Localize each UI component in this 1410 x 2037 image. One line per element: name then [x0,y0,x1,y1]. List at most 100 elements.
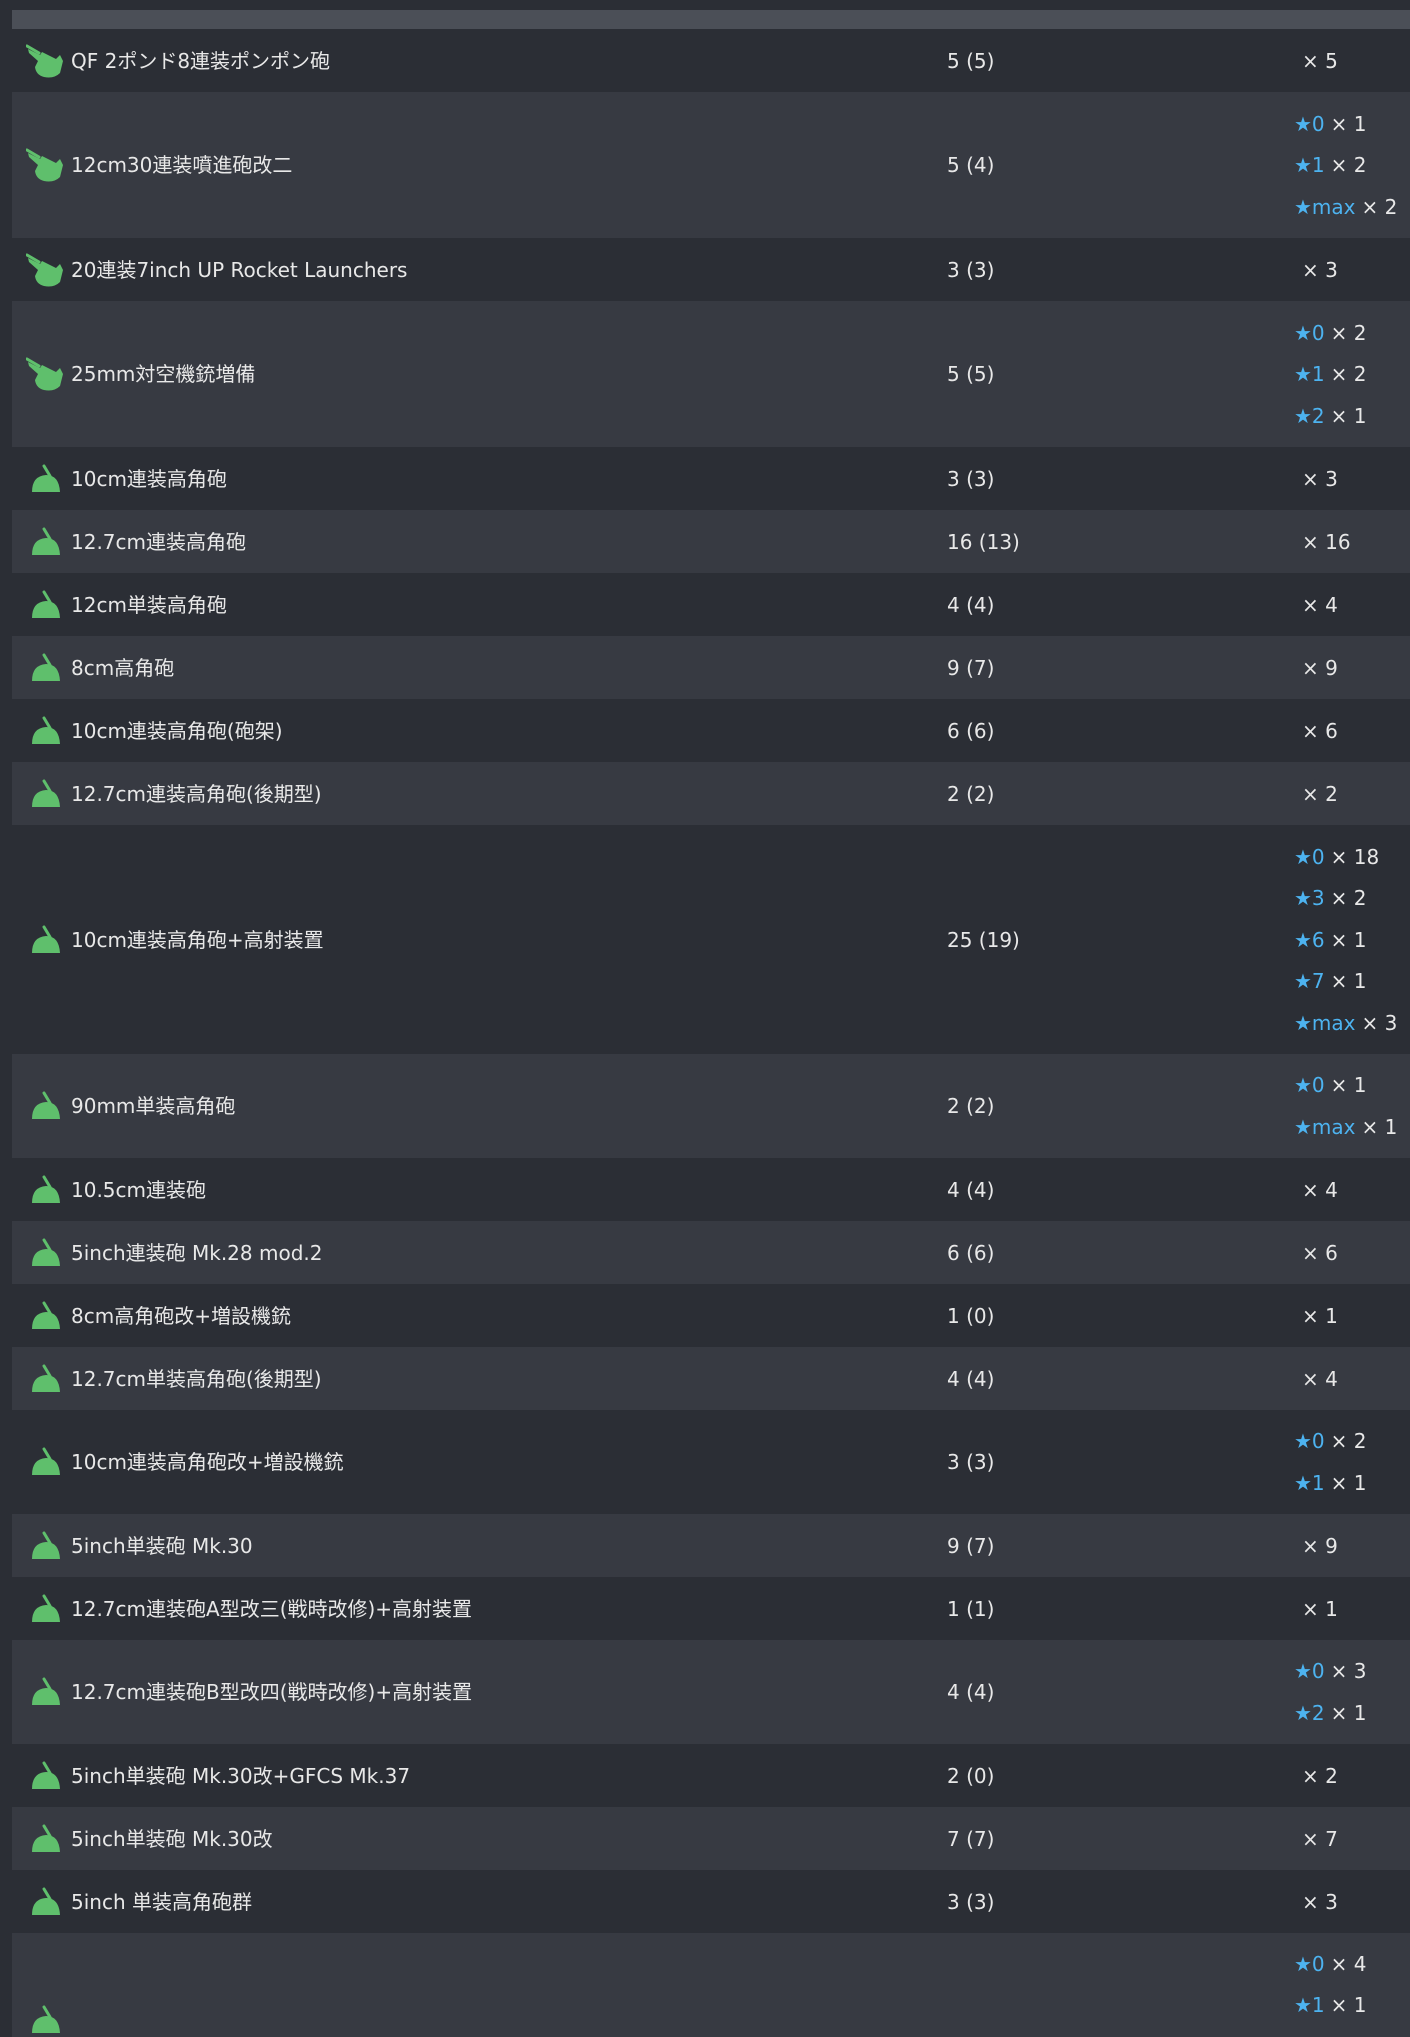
table-row[interactable]: 12.7cm連装高角砲 16 (13) × 16 [12,510,1410,573]
total-quantity: × 1 [1302,1303,1338,1328]
star-level: ★6 [1294,927,1325,952]
star-level: ★2 [1294,403,1325,428]
total-quantity: × 7 [1302,1826,1338,1851]
star-quantity: × 1 [1330,1073,1367,1098]
star-quantity: × 1 [1330,927,1367,952]
star-level: ★3 [1294,886,1325,910]
star-quantity: × 2 [1361,194,1398,219]
high-angle-gun-icon [22,1514,70,1577]
total-quantity: × 6 [1302,718,1338,743]
equipment-name: 12.7cm連装砲A型改三(戦時改修)+高射装置 [71,1596,473,1621]
table-row[interactable]: 5inch単装砲 Mk.30 9 (7) × 9 [12,1514,1410,1577]
star-level: ★0 [1294,1659,1325,1684]
table-row[interactable]: 12.7cm連装砲A型改三(戦時改修)+高射装置 1 (1) × 1 [12,1577,1410,1640]
equipment-count: 2 (2) [947,1094,995,1118]
improvement-breakdown: × 1 [1294,1599,1338,1619]
table-row[interactable]: 8cm高角砲改+増設機銃 1 (0) × 1 [12,1284,1410,1347]
star-level: ★7 [1294,969,1325,993]
table-row[interactable]: 10cm連装高角砲(砲架) 6 (6) × 6 [12,699,1410,762]
star-level-line: ★0 × 3 [1294,1651,1367,1693]
star-level-line: ★2 × 1 [1294,1692,1367,1734]
table-row[interactable]: 90mm単装高角砲 2 (2) ★0 × 1 ★max × 1 [12,1054,1410,1158]
machine-gun-icon [22,92,70,238]
table-row[interactable]: QF 2ポンド8連装ポンポン砲 5 (5) × 5 [12,29,1410,92]
total-quantity: × 16 [1302,529,1351,554]
table-header-strip [12,10,1410,29]
improvement-breakdown: × 3 [1294,260,1338,280]
table-row[interactable]: 5inch 単装高角砲群 3 (3) × 3 [12,1870,1410,1933]
equipment-count: 1 (1) [947,1596,995,1621]
total-quantity: × 4 [1302,592,1338,617]
table-row[interactable]: 12cm単装高角砲 4 (4) × 4 [12,573,1410,636]
table-row[interactable]: 12cm30連装噴進砲改二 5 (4) ★0 × 1 ★1 × 2 ★max × 2 [12,92,1410,238]
equipment-count: 6 (6) [947,1240,995,1265]
star-level-line: ★0 × 4 [1294,1943,1367,1985]
improvement-breakdown: × 2 [1294,784,1338,804]
equipment-count: 2 (0) [947,1763,995,1788]
table-row[interactable]: 10.5cm連装砲 4 (4) × 4 [12,1158,1410,1221]
equipment-name: 5inch 単装高角砲群 [71,1889,252,1914]
star-level-line: ★1 × 2 [1294,353,1367,395]
high-angle-gun-icon [22,636,70,699]
improvement-breakdown: ★0 × 4 ★1 × 1 [1294,1943,1367,2026]
table-row[interactable]: 5inch連装砲 Mk.28 mod.2 6 (6) × 6 [12,1221,1410,1284]
star-quantity: × 1 [1330,1993,1367,2018]
equipment-count: 5 (5) [947,362,995,386]
equipment-count: 7 (7) [947,1826,995,1851]
equipment-name: 12.7cm単装高角砲(後期型) [71,1366,322,1391]
equipment-name: 5inch単装砲 Mk.30 [71,1533,253,1558]
star-quantity: × 2 [1330,153,1367,177]
star-level-line: ★1 × 2 [1294,144,1397,186]
equipment-name: 10.5cm連装砲 [71,1177,207,1202]
total-quantity: × 1 [1302,1596,1338,1621]
table-row[interactable]: 12.7cm連装砲B型改四(戦時改修)+高射装置 4 (4) ★0 × 3 ★2 × 1 [12,1640,1410,1744]
table-row[interactable]: 5inch単装砲 Mk.30改 7 (7) × 7 [12,1807,1410,1870]
total-quantity: × 2 [1302,781,1338,806]
table-row[interactable]: 10cm連装高角砲 3 (3) × 3 [12,447,1410,510]
table-row[interactable]: 20連装7inch UP Rocket Launchers 3 (3) × 3 [12,238,1410,301]
equipment-count: 25 (19) [947,927,1020,952]
improvement-breakdown: ★0 × 1 ★1 × 2 ★max × 2 [1294,103,1397,228]
machine-gun-icon [22,301,70,447]
table-row[interactable]: ★0 × 4 ★1 × 1 [12,1933,1410,2037]
table-row[interactable]: 8cm高角砲 9 (7) × 9 [12,636,1410,699]
star-quantity: × 2 [1330,320,1367,345]
improvement-breakdown: × 5 [1294,51,1338,71]
star-quantity: × 1 [1330,403,1367,428]
star-quantity: × 2 [1330,362,1367,386]
high-angle-gun-icon [22,1933,70,2037]
table-row[interactable]: 12.7cm連装高角砲(後期型) 2 (2) × 2 [12,762,1410,825]
star-level-line: ★0 × 1 [1294,1065,1397,1107]
equipment-name: 5inch単装砲 Mk.30改 [71,1826,273,1851]
table-row[interactable]: 5inch単装砲 Mk.30改+GFCS Mk.37 2 (0) × 2 [12,1744,1410,1807]
high-angle-gun-icon [22,510,70,573]
equipment-name: 5inch連装砲 Mk.28 mod.2 [71,1240,323,1265]
table-row[interactable]: 25mm対空機銃増備 5 (5) ★0 × 2 ★1 × 2 ★2 × 1 [12,301,1410,447]
equipment-list-page: QF 2ポンド8連装ポンポン砲 5 (5) × 5 12cm30連装噴進砲改二 5 (4… [0,0,1410,2037]
table-header-band [12,0,1410,29]
star-quantity: × 1 [1330,111,1367,136]
star-level: ★0 [1294,1073,1325,1098]
table-row[interactable]: 10cm連装高角砲改+増設機銃 3 (3) ★0 × 2 ★1 × 1 [12,1410,1410,1514]
high-angle-gun-icon [22,1054,70,1158]
equipment-count: 1 (0) [947,1303,995,1328]
equipment-name: 10cm連装高角砲+高射装置 [71,927,324,952]
equipment-table: QF 2ポンド8連装ポンポン砲 5 (5) × 5 12cm30連装噴進砲改二 5 (4… [12,0,1410,2037]
total-quantity: × 3 [1302,257,1338,282]
table-row[interactable]: 12.7cm単装高角砲(後期型) 4 (4) × 4 [12,1347,1410,1410]
star-quantity: × 1 [1330,1470,1367,1495]
star-level: ★0 [1294,111,1325,136]
high-angle-gun-icon [22,1640,70,1744]
table-row[interactable]: 10cm連装高角砲+高射装置 25 (19) ★0 × 18 ★3 × 2 ★6 × 1 ★7 ×… [12,825,1410,1054]
improvement-breakdown: ★0 × 2 ★1 × 1 [1294,1421,1367,1504]
high-angle-gun-icon [22,1744,70,1807]
equipment-name: 12.7cm連装砲B型改四(戦時改修)+高射装置 [71,1680,473,1704]
total-quantity: × 4 [1302,1177,1338,1202]
improvement-breakdown: ★0 × 18 ★3 × 2 ★6 × 1 ★7 × 1 ★max × 3 [1294,836,1397,1044]
improvement-breakdown: × 16 [1294,532,1351,552]
star-level: ★max [1294,1114,1356,1139]
star-quantity: × 1 [1330,969,1367,993]
improvement-breakdown: ★0 × 3 ★2 × 1 [1294,1651,1367,1734]
improvement-breakdown: × 9 [1294,658,1338,678]
improvement-breakdown: × 9 [1294,1536,1338,1556]
